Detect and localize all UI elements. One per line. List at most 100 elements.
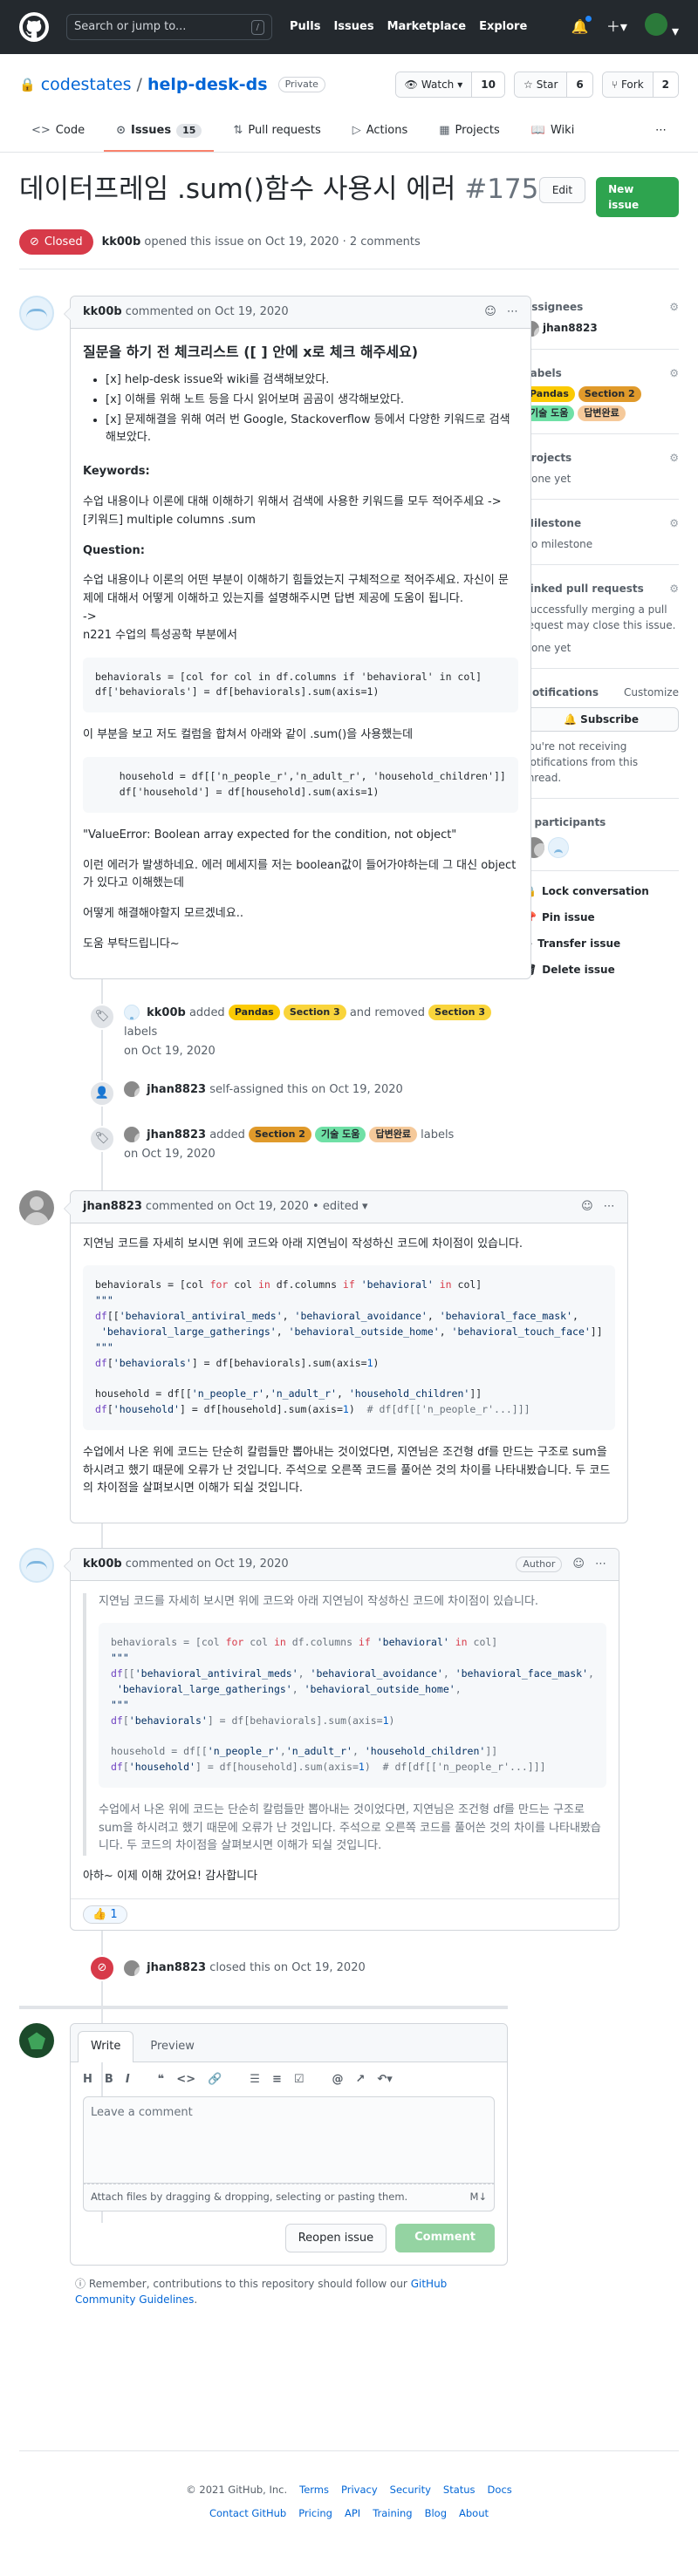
bold-icon[interactable]: B xyxy=(105,2071,113,2089)
customize-link[interactable]: Customize xyxy=(624,685,679,700)
fork-button[interactable]: ⑂ Fork xyxy=(602,72,654,97)
avatar[interactable] xyxy=(19,1190,54,1226)
comment-textarea[interactable]: Leave a comment xyxy=(83,2096,495,2184)
search-input[interactable]: Search or jump to... / xyxy=(66,14,272,40)
code-icon[interactable]: <> xyxy=(176,2071,195,2089)
link-icon[interactable]: 🔗 xyxy=(208,2071,222,2089)
avatar[interactable] xyxy=(548,836,569,858)
user-menu[interactable]: ▾ xyxy=(644,12,679,42)
label-section-2[interactable]: Section 2 xyxy=(249,1127,311,1143)
footer-link-blog[interactable]: Blog xyxy=(425,2506,447,2521)
tab-wiki[interactable]: 📖 Wiki xyxy=(519,115,587,152)
chevron-down-icon[interactable]: ▾ xyxy=(362,1198,368,1216)
fork-count[interactable]: 2 xyxy=(653,72,678,97)
gear-icon[interactable]: ⚙ xyxy=(669,365,679,381)
gear-icon[interactable]: ⚙ xyxy=(669,515,679,531)
star-button[interactable]: ☆ Star xyxy=(515,72,568,97)
avatar[interactable] xyxy=(124,1127,140,1143)
footer-link-privacy[interactable]: Privacy xyxy=(341,2483,378,2498)
smiley-icon[interactable]: ☺ xyxy=(572,1556,585,1573)
label-answered[interactable]: 답변완료 xyxy=(369,1127,417,1143)
avatar[interactable] xyxy=(19,2023,54,2059)
footer-link-pricing[interactable]: Pricing xyxy=(298,2506,332,2521)
smiley-icon[interactable]: ☺ xyxy=(581,1198,593,1216)
footer-link-status[interactable]: Status xyxy=(443,2483,476,2498)
linked-prs-title[interactable]: Linked pull requests xyxy=(524,581,644,596)
gear-icon[interactable]: ⚙ xyxy=(669,581,679,596)
comment-meta[interactable]: commented on Oct 19, 2020 • edited xyxy=(146,1198,359,1216)
watch-count[interactable]: 10 xyxy=(472,72,504,97)
mention-icon[interactable]: @ xyxy=(332,2071,344,2089)
label-answered[interactable]: 답변완료 xyxy=(578,405,626,421)
smiley-icon[interactable]: ☺ xyxy=(484,303,496,321)
footer-link-contact[interactable]: Contact GitHub xyxy=(209,2506,286,2521)
tab-code[interactable]: <> Code xyxy=(19,115,97,152)
tab-issues[interactable]: ⊙ Issues 15 xyxy=(104,115,215,152)
cross-reference-icon[interactable]: ↗ xyxy=(356,2071,366,2089)
watch-button[interactable]: 👁 Watch ▾ xyxy=(395,72,473,97)
file-attach-area[interactable]: Attach files by dragging & dropping, sel… xyxy=(83,2184,495,2211)
avatar[interactable] xyxy=(19,1548,54,1584)
assignee-link[interactable]: jhan8823 xyxy=(543,322,598,334)
tab-write[interactable]: Write xyxy=(78,2031,134,2062)
edit-button[interactable]: Edit xyxy=(538,176,586,203)
footer-link-docs[interactable]: Docs xyxy=(488,2483,512,2498)
nav-pulls[interactable]: Pulls xyxy=(290,18,320,36)
event-author-link[interactable]: jhan8823 xyxy=(147,1128,206,1141)
event-author-link[interactable]: jhan8823 xyxy=(147,1083,206,1096)
reopen-issue-button[interactable]: Reopen issue xyxy=(284,2223,387,2253)
reaction-thumbs-up[interactable]: 👍 1 xyxy=(83,1905,127,1924)
reply-icon[interactable]: ↶▾ xyxy=(377,2071,392,2089)
comment-button[interactable]: Comment xyxy=(395,2223,495,2253)
plus-dropdown-icon[interactable]: ＋▾ xyxy=(606,17,627,37)
kebab-menu-icon[interactable]: ⋯ xyxy=(604,1198,615,1216)
pin-issue-link[interactable]: 📌Pin issue xyxy=(524,910,679,925)
numbered-list-icon[interactable]: ≡ xyxy=(272,2071,282,2089)
more-tabs-icon[interactable]: ⋯ xyxy=(643,115,679,152)
footer-link-security[interactable]: Security xyxy=(390,2483,431,2498)
bell-icon[interactable]: 🔔 xyxy=(571,15,592,37)
repo-owner-link[interactable]: codestates xyxy=(41,72,132,98)
quote-icon[interactable]: ❝ xyxy=(158,2071,165,2089)
label-pandas[interactable]: Pandas xyxy=(228,1005,280,1021)
event-date[interactable]: on Oct 19, 2020 xyxy=(124,1148,216,1161)
tab-projects[interactable]: ▦ Projects xyxy=(427,115,512,152)
gear-icon[interactable]: ⚙ xyxy=(669,299,679,315)
avatar[interactable] xyxy=(124,1959,140,1976)
subscribe-button[interactable]: 🔔 Subscribe xyxy=(524,706,679,732)
comment-author-link[interactable]: kk00b xyxy=(83,303,122,321)
milestone-title[interactable]: Milestone xyxy=(524,515,581,531)
event-author-link[interactable]: jhan8823 xyxy=(147,1961,206,1974)
markdown-icon[interactable]: M↓ xyxy=(469,2190,487,2205)
label-section-3[interactable]: Section 3 xyxy=(428,1005,491,1021)
nav-explore[interactable]: Explore xyxy=(479,18,527,36)
footer-link-api[interactable]: API xyxy=(345,2506,360,2521)
task-list-icon[interactable]: ☑ xyxy=(294,2071,305,2089)
tab-actions[interactable]: ▷ Actions xyxy=(340,115,421,152)
new-issue-button[interactable]: New issue xyxy=(596,176,679,217)
assignees-title[interactable]: Assignees xyxy=(524,299,583,315)
avatar[interactable] xyxy=(124,1005,140,1021)
tab-pull-requests[interactable]: ⇅ Pull requests xyxy=(221,115,332,152)
kebab-menu-icon[interactable]: ⋯ xyxy=(595,1556,606,1573)
label-tech-help[interactable]: 기술 도움 xyxy=(315,1127,366,1143)
footer-link-training[interactable]: Training xyxy=(373,2506,412,2521)
footer-link-terms[interactable]: Terms xyxy=(299,2483,329,2498)
label-section-2[interactable]: Section 2 xyxy=(578,385,641,402)
heading-icon[interactable]: H xyxy=(83,2071,92,2089)
label-pandas[interactable]: Pandas xyxy=(524,385,575,402)
kebab-menu-icon[interactable]: ⋯ xyxy=(507,303,518,321)
avatar[interactable] xyxy=(124,1081,140,1098)
italic-icon[interactable]: I xyxy=(126,2071,130,2089)
comment-author-link[interactable]: jhan8823 xyxy=(83,1198,142,1216)
nav-marketplace[interactable]: Marketplace xyxy=(387,18,467,36)
issue-author-link[interactable]: kk00b xyxy=(102,235,141,249)
github-logo-icon[interactable] xyxy=(19,12,49,42)
footer-link-about[interactable]: About xyxy=(459,2506,489,2521)
avatar[interactable] xyxy=(19,296,54,331)
tab-preview[interactable]: Preview xyxy=(137,2031,208,2061)
gear-icon[interactable]: ⚙ xyxy=(669,450,679,466)
event-date[interactable]: on Oct 19, 2020 xyxy=(124,1045,216,1058)
lock-conversation-link[interactable]: 🔒Lock conversation xyxy=(524,883,679,899)
star-count[interactable]: 6 xyxy=(567,72,592,97)
